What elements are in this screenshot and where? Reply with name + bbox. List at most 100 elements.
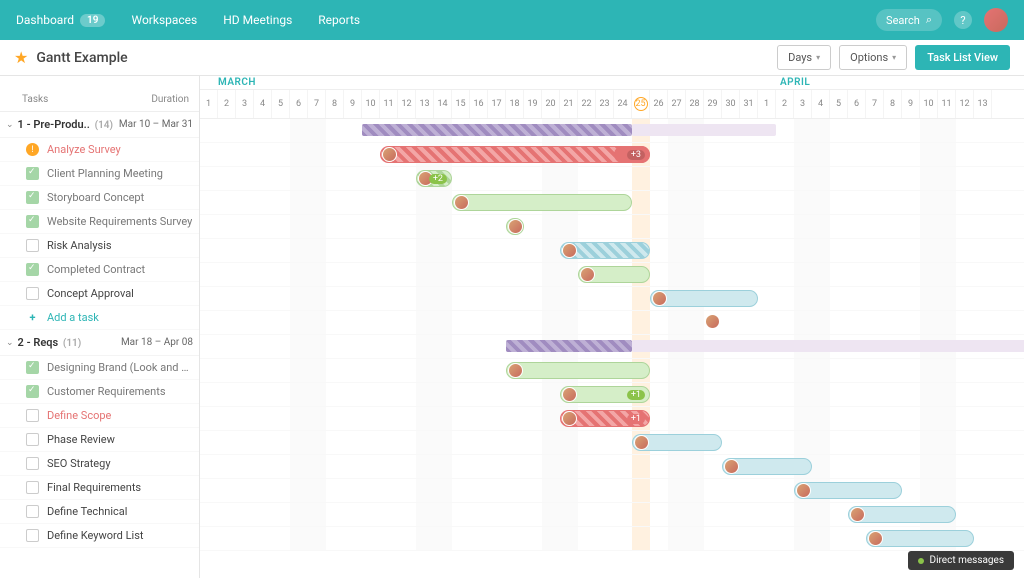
day-cell[interactable]: 4 [254, 90, 272, 118]
day-cell[interactable]: 2 [776, 90, 794, 118]
task-row[interactable]: Risk Analysis [0, 234, 199, 258]
gantt-bar[interactable] [632, 434, 722, 451]
task-row[interactable]: Storyboard Concept [0, 186, 199, 210]
task-row[interactable]: Customer Requirements [0, 380, 199, 404]
day-cell[interactable]: 12 [956, 90, 974, 118]
day-cell[interactable]: 15 [452, 90, 470, 118]
task-checkbox[interactable] [26, 409, 39, 422]
day-cell[interactable]: 18 [506, 90, 524, 118]
task-checkbox[interactable] [26, 433, 39, 446]
gantt-bar[interactable] [452, 194, 632, 211]
gantt-bar[interactable] [848, 506, 956, 523]
group-row[interactable]: ⌄ 2 - Reqs (11) Mar 18 – Apr 08 [0, 330, 199, 356]
task-row[interactable]: !Analyze Survey [0, 138, 199, 162]
task-checkbox[interactable] [26, 481, 39, 494]
task-row[interactable]: Final Requirements [0, 476, 199, 500]
task-row[interactable]: Define Scope [0, 404, 199, 428]
task-checkbox[interactable] [26, 167, 39, 180]
day-cell[interactable]: 9 [902, 90, 920, 118]
day-cell[interactable]: 5 [830, 90, 848, 118]
gantt-bar[interactable] [794, 482, 902, 499]
day-cell[interactable]: 17 [488, 90, 506, 118]
task-checkbox[interactable] [26, 385, 39, 398]
task-checkbox[interactable] [26, 215, 39, 228]
day-cell[interactable]: 3 [236, 90, 254, 118]
help-icon[interactable]: ? [954, 11, 972, 29]
day-cell-today[interactable]: 25 [632, 90, 650, 118]
task-checkbox[interactable] [26, 263, 39, 276]
task-row[interactable]: SEO Strategy [0, 452, 199, 476]
day-cell[interactable]: 7 [308, 90, 326, 118]
day-cell[interactable]: 8 [326, 90, 344, 118]
gantt-bar[interactable] [506, 218, 524, 235]
task-row[interactable]: Concept Approval [0, 282, 199, 306]
task-checkbox[interactable] [26, 287, 39, 300]
day-cell[interactable]: 13 [416, 90, 434, 118]
day-cell[interactable]: 28 [686, 90, 704, 118]
gantt-bar[interactable] [650, 290, 758, 307]
nav-workspaces[interactable]: Workspaces [131, 13, 197, 27]
search-input[interactable]: Search ⌕ [876, 9, 942, 31]
day-cell[interactable]: 8 [884, 90, 902, 118]
day-cell[interactable]: 2 [218, 90, 236, 118]
user-avatar[interactable] [984, 8, 1008, 32]
gantt-bar[interactable]: +1 [560, 410, 650, 427]
day-cell[interactable]: 14 [434, 90, 452, 118]
day-cell[interactable]: 26 [650, 90, 668, 118]
day-cell[interactable]: 3 [794, 90, 812, 118]
milestone-avatar[interactable] [705, 314, 720, 329]
gantt-bar[interactable]: +2 [416, 170, 452, 187]
day-cell[interactable]: 22 [578, 90, 596, 118]
day-cell[interactable]: 21 [560, 90, 578, 118]
day-cell[interactable]: 11 [938, 90, 956, 118]
gantt-bar[interactable] [578, 266, 650, 283]
gantt-bar[interactable] [560, 242, 650, 259]
nav-dashboard[interactable]: Dashboard 19 [16, 13, 105, 27]
day-cell[interactable]: 5 [272, 90, 290, 118]
day-cell[interactable]: 19 [524, 90, 542, 118]
nav-reports[interactable]: Reports [318, 13, 360, 27]
day-cell[interactable]: 29 [704, 90, 722, 118]
task-list-view-button[interactable]: Task List View [915, 45, 1010, 70]
day-cell[interactable]: 31 [740, 90, 758, 118]
day-cell[interactable]: 13 [974, 90, 992, 118]
summary-bar-ext[interactable] [632, 124, 776, 136]
day-cell[interactable]: 11 [380, 90, 398, 118]
direct-messages-button[interactable]: Direct messages [908, 551, 1015, 570]
day-cell[interactable]: 24 [614, 90, 632, 118]
gantt-bar[interactable] [380, 146, 650, 163]
task-row[interactable]: Define Keyword List [0, 524, 199, 548]
day-cell[interactable]: 6 [848, 90, 866, 118]
add-task-button[interactable]: +Add a task [0, 306, 199, 330]
day-cell[interactable]: 30 [722, 90, 740, 118]
day-cell[interactable]: 12 [398, 90, 416, 118]
day-cell[interactable]: 9 [344, 90, 362, 118]
options-dropdown[interactable]: Options▾ [839, 45, 907, 70]
task-checkbox[interactable] [26, 239, 39, 252]
star-icon[interactable]: ★ [14, 48, 28, 67]
gantt-chart[interactable]: MARCH APRIL 1234567891011121314151617181… [200, 76, 1024, 578]
summary-bar[interactable] [506, 340, 632, 352]
day-cell[interactable]: 10 [362, 90, 380, 118]
day-cell[interactable]: 16 [470, 90, 488, 118]
gantt-bar-tail[interactable]: +3 [614, 146, 650, 163]
task-row[interactable]: Phase Review [0, 428, 199, 452]
gantt-bar[interactable] [722, 458, 812, 475]
day-cell[interactable]: 20 [542, 90, 560, 118]
task-row[interactable]: Client Planning Meeting [0, 162, 199, 186]
nav-meetings[interactable]: HD Meetings [223, 13, 292, 27]
task-checkbox[interactable] [26, 361, 39, 374]
summary-bar[interactable] [362, 124, 632, 136]
task-checkbox[interactable] [26, 191, 39, 204]
day-cell[interactable]: 7 [866, 90, 884, 118]
task-checkbox[interactable] [26, 505, 39, 518]
task-row[interactable]: Define Technical [0, 500, 199, 524]
group-row[interactable]: ⌄ 1 - Pre-Produ.. (14) Mar 10 – Mar 31 [0, 112, 199, 138]
day-cell[interactable]: 23 [596, 90, 614, 118]
gantt-bar[interactable]: +1 [560, 386, 650, 403]
day-cell[interactable]: 10 [920, 90, 938, 118]
gantt-bar[interactable] [866, 530, 974, 547]
day-cell[interactable]: 1 [200, 90, 218, 118]
task-row[interactable]: Completed Contract [0, 258, 199, 282]
day-cell[interactable]: 1 [758, 90, 776, 118]
